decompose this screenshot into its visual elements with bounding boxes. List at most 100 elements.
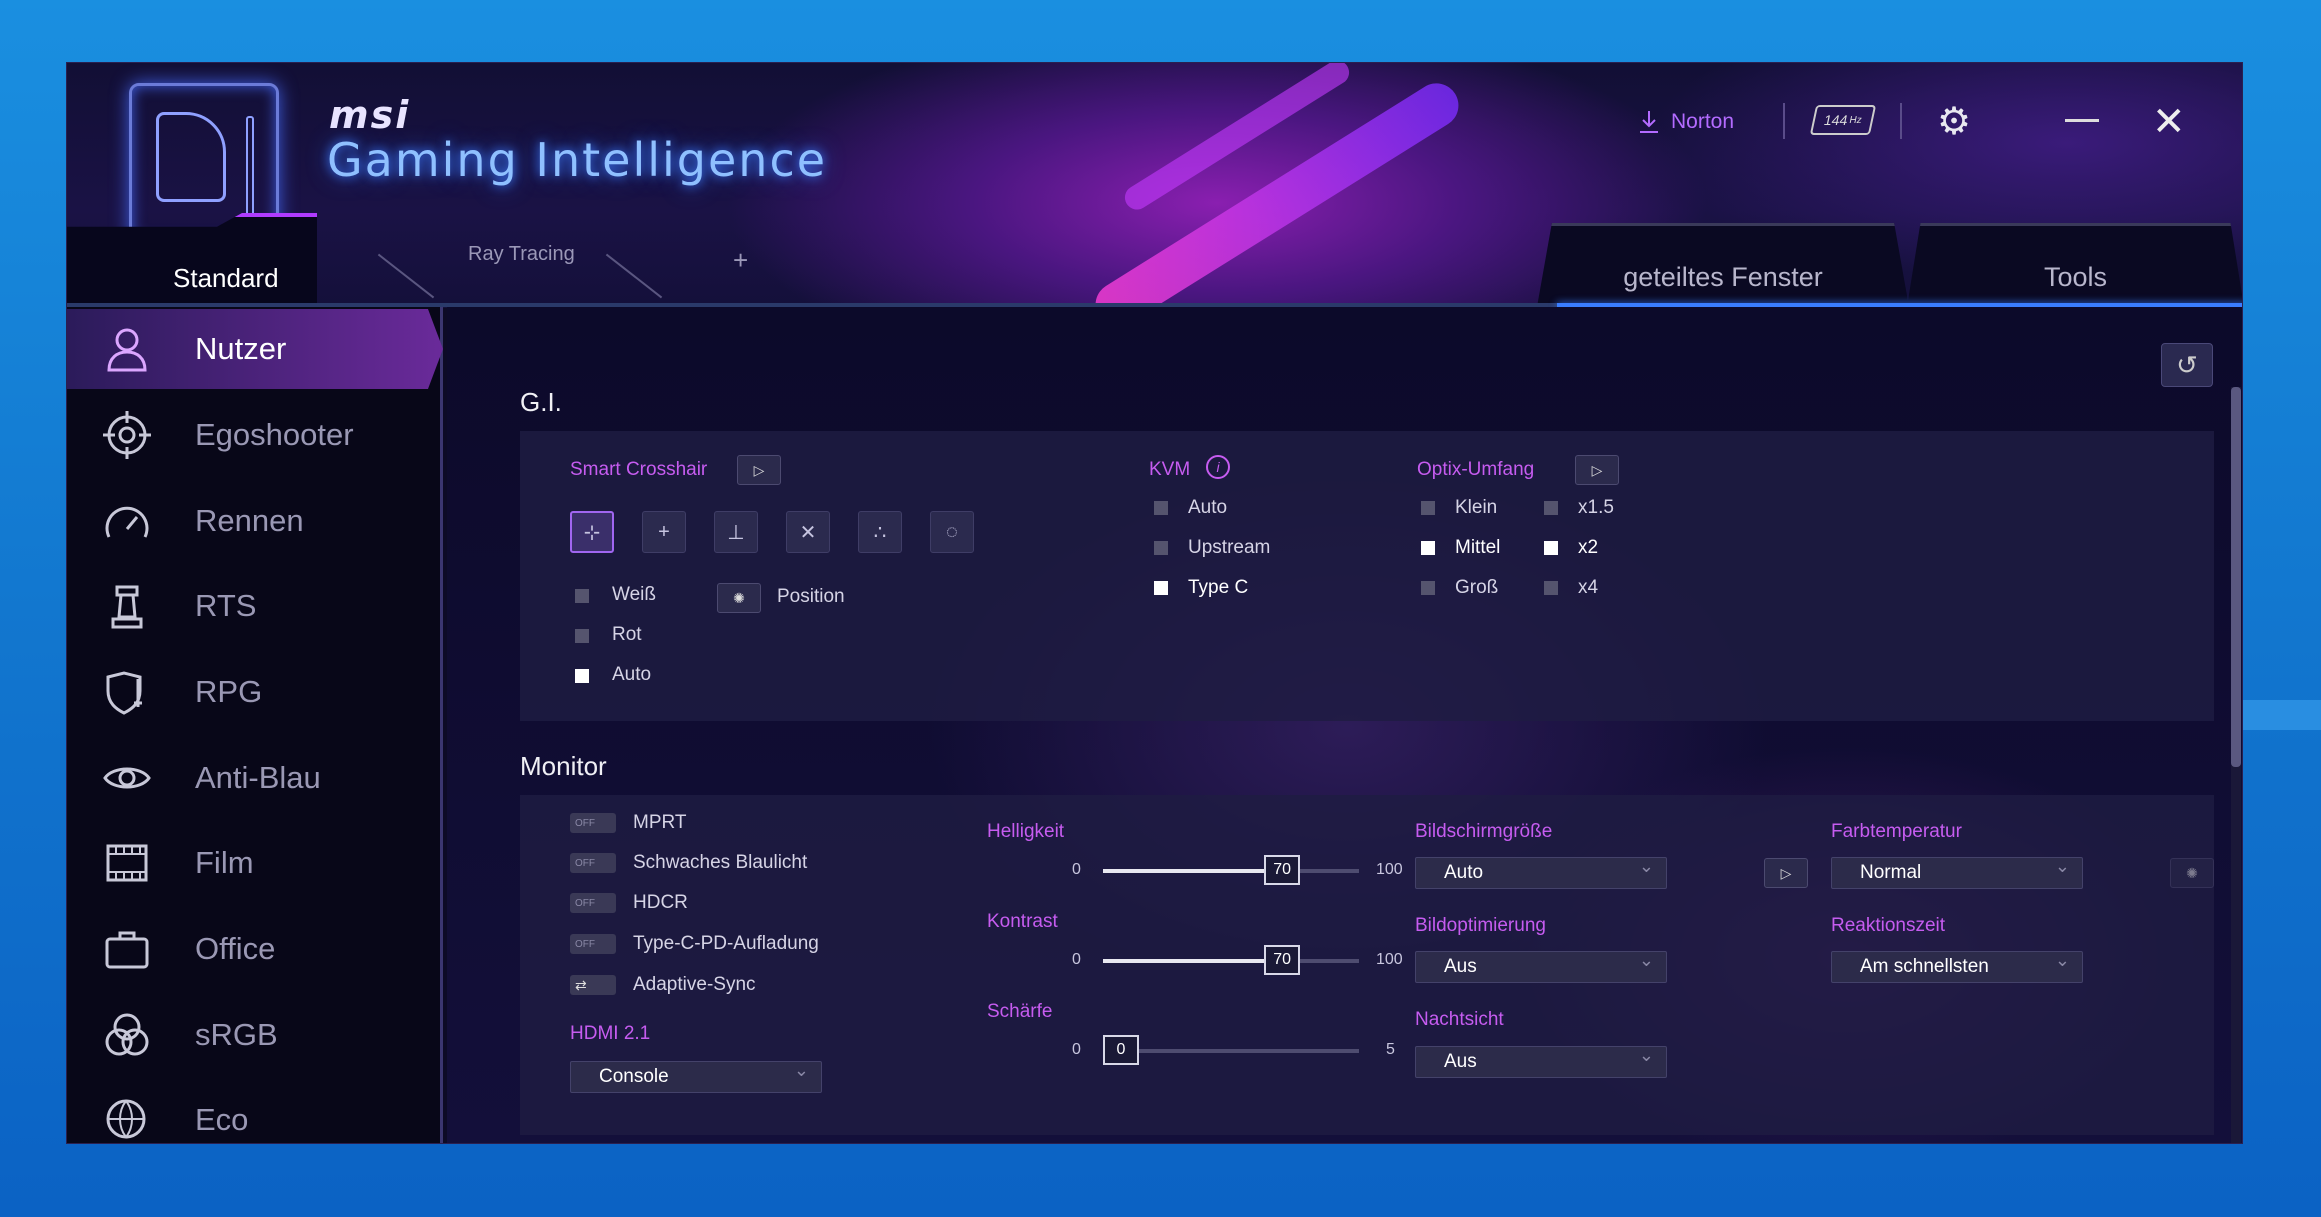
info-icon[interactable]: i	[1206, 455, 1230, 479]
optix-klein-checkbox[interactable]	[1421, 501, 1435, 515]
sidebar-item-nutzer[interactable]: Nutzer	[67, 309, 443, 389]
shield-sword-icon	[97, 662, 157, 722]
tab-ray-tracing[interactable]: Ray Tracing	[468, 243, 575, 266]
app-title: Gaming Intelligence	[327, 133, 828, 187]
helligkeit-label: Helligkeit	[987, 821, 1065, 842]
smart-crosshair-play-button[interactable]: ▷	[737, 455, 781, 485]
sidebar-item-rts[interactable]: RTS	[67, 566, 443, 646]
desktop-accent	[2241, 700, 2321, 730]
sidebar-item-anti-blau[interactable]: Anti-Blau	[67, 738, 443, 818]
toggle-label: HDCR	[633, 892, 688, 913]
sidebar-item-rpg[interactable]: RPG	[67, 652, 443, 732]
reaktionszeit-select[interactable]: Am schnellsten	[1831, 950, 2083, 983]
eye-icon	[97, 748, 157, 808]
minimize-icon[interactable]	[2065, 119, 2099, 122]
position-button[interactable]: ✺	[717, 583, 761, 613]
refresh-rate-button[interactable]: 144 Hz	[1809, 105, 1877, 135]
tab-divider	[377, 253, 435, 299]
reset-icon[interactable]: ↺	[2161, 343, 2213, 387]
close-icon[interactable]: ✕	[2152, 99, 2186, 145]
crosshair-style-2[interactable]: +	[642, 511, 686, 553]
optix-x15-checkbox[interactable]	[1544, 501, 1558, 515]
mprt-toggle[interactable]: OFF	[570, 813, 616, 833]
crosshair-color-rot-checkbox[interactable]	[575, 629, 589, 643]
gi-section-title: G.I.	[520, 387, 562, 417]
crosshair-color-label: Auto	[612, 664, 652, 685]
header-divider	[1900, 103, 1902, 139]
crosshair-color-weiss-checkbox[interactable]	[575, 589, 589, 603]
sidebar-item-eco[interactable]: Eco	[67, 1080, 443, 1143]
crosshair-style-6[interactable]: ◌	[930, 511, 974, 553]
sidebar-item-film[interactable]: Film	[67, 823, 443, 903]
position-label: Position	[777, 586, 845, 607]
kontrast-fill	[1103, 959, 1283, 963]
helligkeit-fill	[1103, 869, 1283, 873]
smart-crosshair-label: Smart Crosshair	[570, 459, 708, 480]
hdcr-toggle[interactable]: OFF	[570, 893, 616, 913]
crosshair-icon	[97, 405, 157, 465]
toggle-label: Type-C-PD-Aufladung	[633, 933, 819, 954]
tab-label: Standard	[173, 263, 279, 293]
bildoptimierung-select[interactable]: Aus	[1415, 950, 1667, 983]
tab-standard[interactable]: Standard	[67, 213, 317, 305]
slider-max: 5	[1386, 1041, 1395, 1058]
schaerfe-knob[interactable]: 0	[1103, 1035, 1139, 1065]
tab-geteiltes-fenster[interactable]: geteiltes Fenster	[1537, 223, 1909, 307]
kvm-option-label: Upstream	[1188, 537, 1271, 558]
crosshair-style-1[interactable]: ⊹	[570, 511, 614, 553]
norton-button[interactable]: Norton	[1637, 97, 1734, 147]
bildschirmgroesse-label: Bildschirmgröße	[1415, 821, 1553, 842]
nachtsicht-label: Nachtsicht	[1415, 1009, 1504, 1030]
kvm-upstream-checkbox[interactable]	[1154, 541, 1168, 555]
crosshair-style-3[interactable]: ⊥	[714, 511, 758, 553]
optix-size-label: Groß	[1455, 577, 1499, 598]
farbtemperatur-label: Farbtemperatur	[1831, 821, 1962, 842]
optix-play-button[interactable]: ▷	[1575, 455, 1619, 485]
schwaches-blaulicht-toggle[interactable]: OFF	[570, 853, 616, 873]
helligkeit-knob[interactable]: 70	[1264, 855, 1301, 885]
norton-label: Norton	[1671, 110, 1735, 133]
tab-divider	[605, 253, 663, 299]
hdmi-select[interactable]: Console	[570, 1060, 822, 1093]
brand-logo: msi	[329, 93, 411, 137]
crosshair-color-label: Weiß	[612, 584, 656, 605]
crosshair-color-auto-checkbox[interactable]	[575, 669, 589, 683]
user-icon	[97, 319, 157, 379]
adaptive-sync-toggle[interactable]: ⇄	[570, 975, 616, 995]
farbtemperatur-select[interactable]: Normal	[1831, 856, 2083, 889]
schaerfe-label: Schärfe	[987, 1001, 1053, 1022]
sidebar-item-srgb[interactable]: sRGB	[67, 995, 443, 1075]
kvm-type-c-checkbox[interactable]	[1154, 581, 1168, 595]
bildschirmgroesse-play-button[interactable]: ▷	[1764, 858, 1808, 888]
sidebar: Nutzer Egoshooter Rennen RTS RPG Anti-Bl…	[67, 307, 443, 1143]
app-window: msi Gaming Intelligence Norton 144 Hz ⚙ ✕…	[66, 62, 2243, 1144]
scrollbar-thumb[interactable]	[2231, 387, 2241, 767]
optix-x2-checkbox[interactable]	[1544, 541, 1558, 555]
crosshair-color-label: Rot	[612, 624, 642, 645]
kvm-auto-checkbox[interactable]	[1154, 501, 1168, 515]
crosshair-style-5[interactable]: ∴	[858, 511, 902, 553]
optix-mittel-checkbox[interactable]	[1421, 541, 1435, 555]
tab-tools[interactable]: Tools	[1907, 223, 2242, 307]
main-content: ↺ G.I. Smart Crosshair ▷ ⊹ + ⊥ ✕ ∴ ◌ Wei…	[447, 307, 2242, 1143]
optix-x4-checkbox[interactable]	[1544, 581, 1558, 595]
kontrast-knob[interactable]: 70	[1264, 945, 1301, 975]
farbtemperatur-settings-button[interactable]: ✺	[2170, 858, 2214, 888]
schaerfe-track[interactable]	[1103, 1049, 1359, 1053]
type-c-pd-toggle[interactable]: OFF	[570, 934, 616, 954]
bildschirmgroesse-select[interactable]: Auto	[1415, 856, 1667, 889]
film-icon	[97, 833, 157, 893]
crosshair-style-4[interactable]: ✕	[786, 511, 830, 553]
nachtsicht-select[interactable]: Aus	[1415, 1045, 1667, 1078]
slider-min: 0	[1072, 1041, 1081, 1058]
sidebar-item-office[interactable]: Office	[67, 909, 443, 989]
gear-icon[interactable]: ⚙	[1937, 99, 1971, 144]
sidebar-item-rennen[interactable]: Rennen	[67, 481, 443, 561]
toggle-label: MPRT	[633, 812, 687, 833]
sidebar-item-egoshooter[interactable]: Egoshooter	[67, 395, 443, 475]
add-tab-button[interactable]: +	[733, 245, 748, 276]
optix-label: Optix-Umfang	[1417, 459, 1535, 480]
kontrast-label: Kontrast	[987, 911, 1058, 932]
optix-gross-checkbox[interactable]	[1421, 581, 1435, 595]
monitor-panel: OFF MPRT OFF Schwaches Blaulicht OFF HDC…	[520, 795, 2214, 1135]
